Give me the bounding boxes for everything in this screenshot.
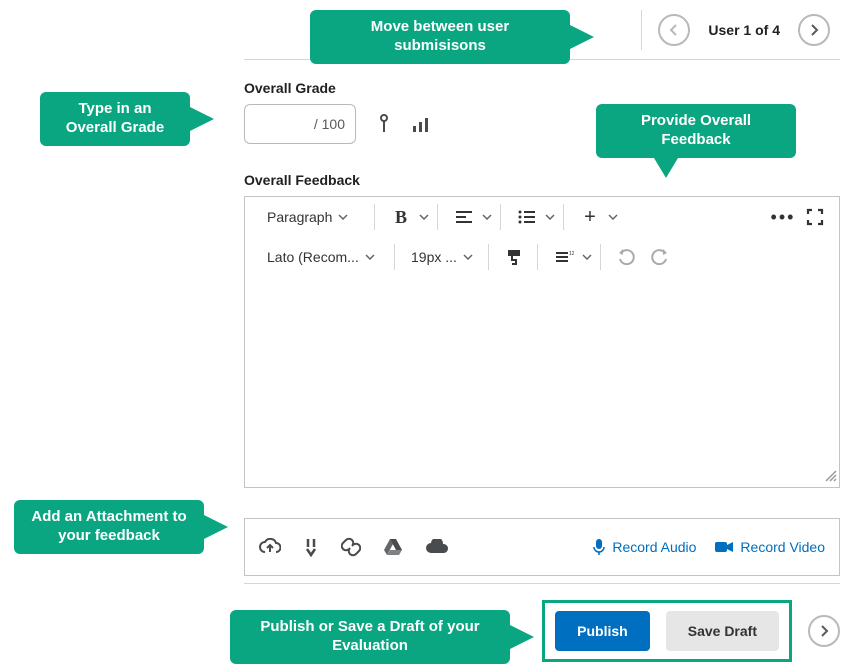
quicklink-icon[interactable] xyxy=(303,537,319,557)
list-button[interactable] xyxy=(513,203,541,231)
link-icon[interactable] xyxy=(341,537,361,557)
record-audio-label: Record Audio xyxy=(612,539,696,555)
record-video-label: Record Video xyxy=(740,539,825,555)
block-format-label: Paragraph xyxy=(267,209,332,225)
next-user-button[interactable] xyxy=(798,14,830,46)
resize-handle-icon[interactable] xyxy=(823,468,837,485)
font-size-select[interactable]: 19px ... xyxy=(407,247,477,267)
callout-attach: Add an Attachment to your feedback xyxy=(14,500,204,554)
overall-grade-label: Overall Grade xyxy=(244,80,840,96)
block-format-select[interactable]: Paragraph xyxy=(263,207,352,227)
overall-feedback-label: Overall Feedback xyxy=(244,172,840,188)
upload-icon[interactable] xyxy=(259,538,281,556)
action-buttons-highlight: Publish Save Draft xyxy=(542,600,792,662)
publish-button[interactable]: Publish xyxy=(555,611,650,651)
onedrive-icon[interactable] xyxy=(425,539,449,555)
grade-input[interactable] xyxy=(255,115,310,133)
align-button[interactable] xyxy=(450,203,478,231)
bold-button[interactable]: B xyxy=(387,203,415,231)
format-painter-button[interactable] xyxy=(501,243,529,271)
redo-button[interactable] xyxy=(645,243,673,271)
prev-user-button[interactable] xyxy=(658,14,690,46)
callout-nav: Move between user submisisons xyxy=(310,10,570,64)
callout-grade: Type in an Overall Grade xyxy=(40,92,190,146)
record-audio-button[interactable]: Record Audio xyxy=(592,538,696,556)
rubric-icon[interactable] xyxy=(376,114,392,134)
undo-button[interactable] xyxy=(613,243,641,271)
grade-field[interactable]: / 100 xyxy=(244,104,356,144)
stats-icon[interactable] xyxy=(412,115,432,133)
font-label: Lato (Recom... xyxy=(267,249,359,265)
font-size-label: 19px ... xyxy=(411,249,457,265)
callout-actions: Publish or Save a Draft of your Evaluati… xyxy=(230,610,510,664)
save-draft-button[interactable]: Save Draft xyxy=(666,611,779,651)
attachment-bar: Record Audio Record Video xyxy=(244,518,840,576)
next-button[interactable] xyxy=(808,615,840,647)
callout-feedback: Provide Overall Feedback xyxy=(596,104,796,158)
line-spacing-button[interactable]: 123 xyxy=(550,243,578,271)
more-button[interactable]: ••• xyxy=(769,203,797,231)
user-counter: User 1 of 4 xyxy=(708,22,780,38)
font-select[interactable]: Lato (Recom... xyxy=(263,247,379,267)
svg-text:123: 123 xyxy=(569,251,574,257)
insert-button[interactable]: + xyxy=(576,203,604,231)
fullscreen-button[interactable] xyxy=(801,203,829,231)
google-drive-icon[interactable] xyxy=(383,538,403,556)
record-video-button[interactable]: Record Video xyxy=(714,539,825,555)
grade-total: / 100 xyxy=(310,116,345,132)
feedback-editor: Paragraph B + xyxy=(244,196,840,488)
feedback-textarea[interactable] xyxy=(245,277,839,487)
